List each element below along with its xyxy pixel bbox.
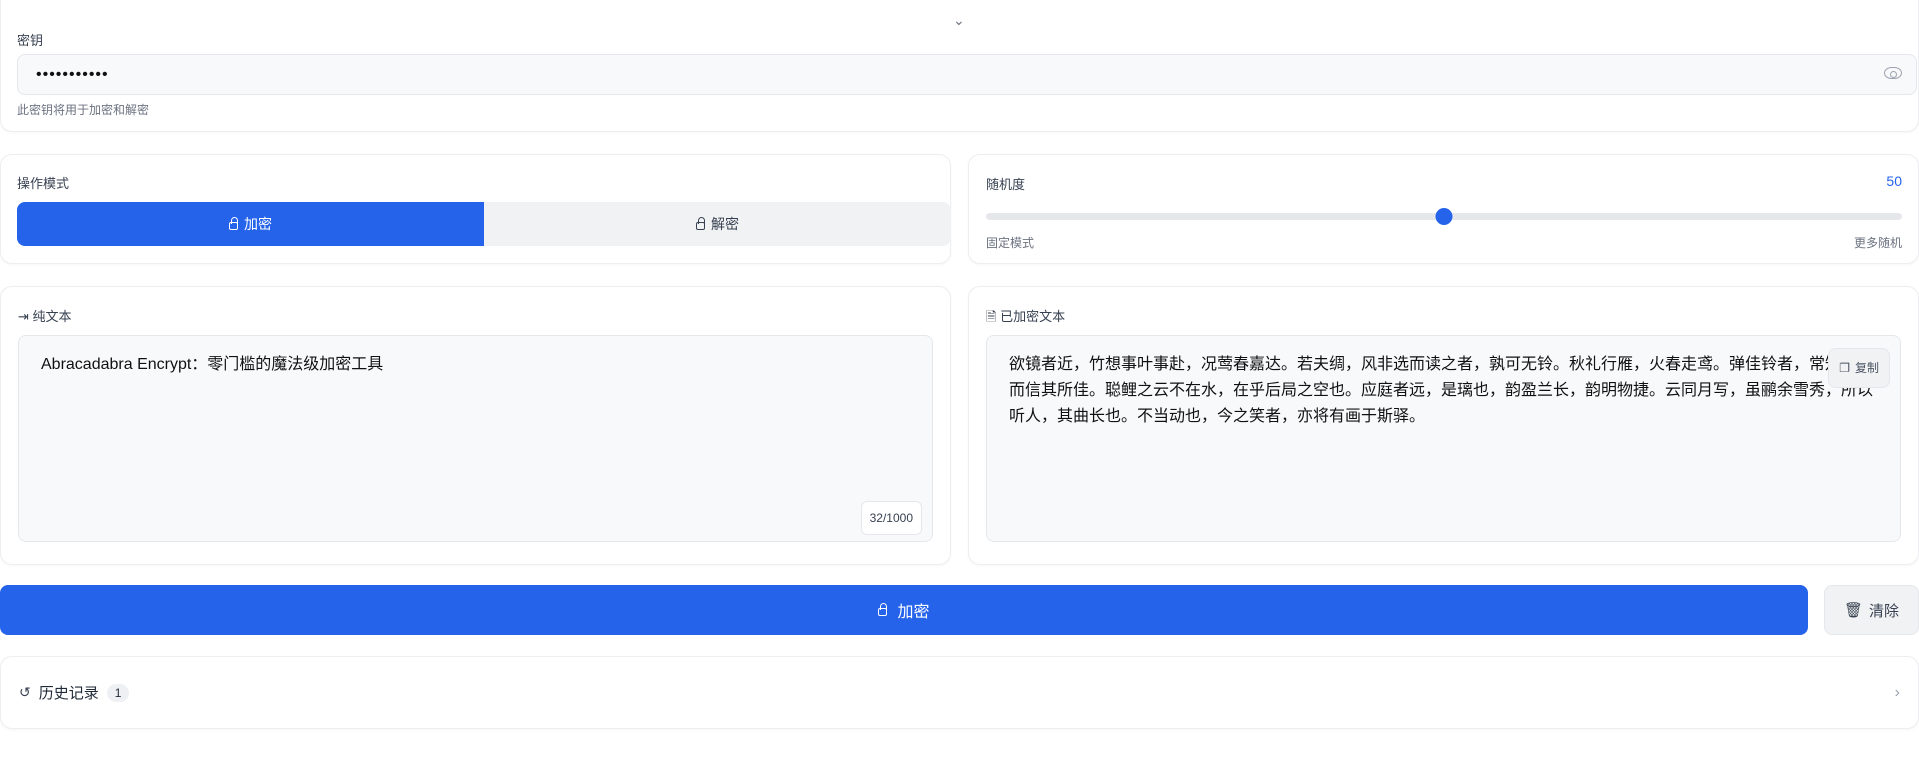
history-count-badge: 1 <box>106 683 130 702</box>
randomness-card: 随机度 50 固定模式 更多随机 <box>968 154 1919 264</box>
char-count: 32/1000 <box>860 501 922 535</box>
plain-textarea[interactable]: Abracadabra Encrypt：零门槛的魔法级加密工具 32/1000 <box>18 335 933 542</box>
plain-text: Abracadabra Encrypt：零门槛的魔法级加密工具 <box>41 356 384 373</box>
lock-icon <box>229 217 238 230</box>
randomness-max-label: 更多随机 <box>1853 236 1902 250</box>
mode-toggle: 加密 解密 <box>17 202 951 246</box>
randomness-label: 随机度 <box>986 177 1026 192</box>
randomness-min-label: 固定模式 <box>986 236 1035 250</box>
mode-decrypt-label: 解密 <box>711 216 739 232</box>
plain-card: ⇥ 纯文本 Abracadabra Encrypt：零门槛的魔法级加密工具 32/… <box>0 286 951 565</box>
mode-decrypt-button[interactable]: 解密 <box>484 202 951 246</box>
copy-icon: ❐ <box>1839 361 1850 375</box>
encrypt-button[interactable]: 加密 <box>0 585 1808 635</box>
plain-label-text: 纯文本 <box>32 309 72 324</box>
plain-label: ⇥ 纯文本 <box>18 306 72 325</box>
eye-icon[interactable] <box>1884 67 1902 79</box>
copy-label: 复制 <box>1854 361 1879 375</box>
copy-button[interactable]: ❐ 复制 <box>1828 348 1890 388</box>
history-card[interactable]: ↺ 历史记录 1 › <box>0 656 1919 729</box>
cipher-label: 🗎 已加密文本 <box>986 306 1065 330</box>
trash-icon: 🗑 <box>1843 602 1864 619</box>
randomness-slider[interactable] <box>986 208 1902 225</box>
cipher-card: 🗎 已加密文本 欲镜者近，竹想事叶事赴，况莺春嘉达。若夫绸，风非选而读之者，孰可… <box>968 286 1919 565</box>
mode-encrypt-label: 加密 <box>244 216 272 232</box>
cipher-textarea[interactable]: 欲镜者近，竹想事叶事赴，况莺春嘉达。若夫绸，风非选而读之者，孰可无铃。秋礼行雁，… <box>986 335 1901 542</box>
document-icon: 🗎 <box>986 309 1001 324</box>
history-label: 历史记录 <box>38 685 99 702</box>
slider-thumb[interactable] <box>1435 208 1453 225</box>
mode-label: 操作模式 <box>17 176 70 191</box>
input-icon: ⇥ <box>18 309 33 324</box>
randomness-value: 50 <box>1886 173 1902 189</box>
encrypt-button-label: 加密 <box>897 604 930 621</box>
chevron-down-icon[interactable]: ⌄ <box>953 12 965 29</box>
key-input[interactable]: ••••••••••• <box>17 54 1917 95</box>
mode-encrypt-button[interactable]: 加密 <box>17 202 484 246</box>
cipher-text: 欲镜者近，竹想事叶事赴，况莺春嘉达。若夫绸，风非选而读之者，孰可无铃。秋礼行雁，… <box>1009 356 1874 425</box>
key-label: 密钥 <box>17 33 44 48</box>
history-icon: ↺ <box>19 684 31 700</box>
clear-button-label: 清除 <box>1869 602 1900 620</box>
lock-icon <box>696 217 705 230</box>
key-hint: 此密钥将用于加密和解密 <box>17 103 150 117</box>
key-value: ••••••••••• <box>36 65 109 83</box>
chevron-right-icon[interactable]: › <box>1895 684 1900 702</box>
lock-icon <box>878 603 888 616</box>
clear-button[interactable]: 🗑 清除 <box>1824 585 1919 635</box>
cipher-label-text: 已加密文本 <box>1000 309 1066 324</box>
